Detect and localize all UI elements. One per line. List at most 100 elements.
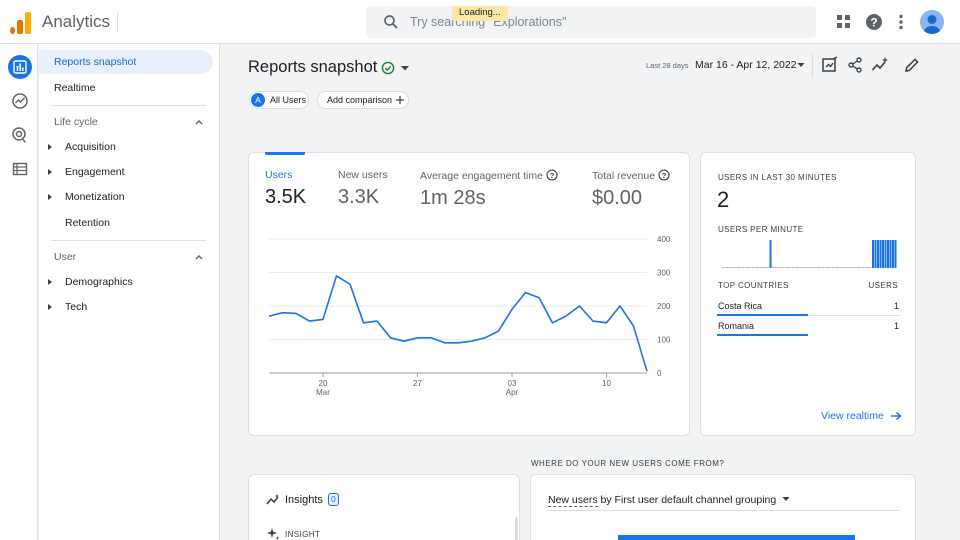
nav-item-engagement[interactable]: Engagement bbox=[39, 160, 213, 184]
date-range-picker[interactable]: Mar 16 - Apr 12, 2022 bbox=[695, 59, 797, 71]
users-per-minute-chart[interactable] bbox=[718, 239, 900, 270]
y-tick-label: 400 bbox=[657, 235, 671, 244]
metric-users[interactable]: Users 3.5K bbox=[265, 169, 306, 209]
per-minute-bar bbox=[822, 267, 824, 268]
realtime-users-label: USERS IN LAST 30 MINUTES bbox=[718, 173, 837, 182]
analytics-logo-icon[interactable] bbox=[10, 12, 32, 34]
more-vert-icon[interactable] bbox=[891, 12, 911, 32]
divider bbox=[51, 240, 206, 241]
y-tick-label: 300 bbox=[657, 269, 671, 278]
per-minute-bar bbox=[894, 240, 897, 268]
search-bar[interactable]: Try searching "Explorations" bbox=[366, 6, 816, 38]
per-minute-bar bbox=[774, 267, 777, 268]
per-minute-bar bbox=[842, 267, 844, 268]
per-minute-bar bbox=[849, 267, 852, 268]
help-circle-icon[interactable]: ? bbox=[546, 169, 558, 181]
scrollbar[interactable] bbox=[515, 517, 518, 540]
divider bbox=[812, 54, 813, 78]
chevron-up-icon bbox=[195, 120, 203, 125]
dropdown-arrow-icon[interactable] bbox=[797, 62, 805, 68]
overview-card: Users 3.5K New users 3.3K Average engage… bbox=[248, 152, 690, 436]
nav-item-realtime[interactable]: Realtime bbox=[39, 76, 213, 100]
svg-text:?: ? bbox=[550, 171, 555, 180]
nav-item-retention[interactable]: Retention bbox=[39, 211, 213, 235]
per-minute-bar bbox=[739, 267, 742, 268]
rail-reports-button[interactable] bbox=[8, 55, 32, 79]
metric-label: New users bbox=[338, 169, 388, 181]
per-minute-bar bbox=[884, 240, 887, 268]
country-row[interactable]: Romania 1 bbox=[717, 321, 899, 341]
per-minute-bar bbox=[752, 267, 754, 268]
metric-new-users[interactable]: New users 3.3K bbox=[338, 169, 388, 209]
top-bar: Analytics Try searching "Explorations" L… bbox=[0, 0, 960, 44]
help-circle-icon[interactable]: ? bbox=[658, 169, 670, 181]
country-bar bbox=[717, 314, 808, 316]
nav-item-tech[interactable]: Tech bbox=[39, 295, 213, 319]
per-minute-bar bbox=[797, 267, 799, 268]
loading-indicator: Loading... bbox=[452, 6, 508, 21]
per-minute-bar bbox=[809, 267, 812, 268]
per-minute-bar bbox=[854, 267, 857, 268]
view-realtime-link[interactable]: View realtime bbox=[821, 410, 902, 422]
avatar[interactable] bbox=[920, 10, 944, 34]
country-users: 1 bbox=[893, 301, 899, 311]
arrow-right-icon bbox=[890, 411, 902, 421]
segment-chip[interactable]: A All Users bbox=[249, 91, 309, 109]
per-minute-bar bbox=[887, 240, 889, 268]
per-minute-bar bbox=[862, 267, 864, 268]
rail-configure-button[interactable] bbox=[8, 157, 32, 181]
per-minute-bar bbox=[817, 267, 819, 268]
date-range-caption: Last 28 days bbox=[646, 61, 689, 70]
new-users-card-title[interactable]: New users by First user default channel … bbox=[548, 494, 790, 507]
list-icon bbox=[12, 162, 28, 176]
per-minute-bar bbox=[779, 267, 782, 268]
metric-total-revenue[interactable]: Total revenue? $0.00 bbox=[592, 169, 670, 210]
per-minute-bar bbox=[777, 267, 779, 268]
per-minute-bar bbox=[844, 267, 847, 268]
per-minute-bar bbox=[764, 267, 767, 268]
search-icon bbox=[384, 15, 398, 29]
add-comparison-button[interactable]: Add comparison bbox=[317, 91, 409, 109]
segment-label: All Users bbox=[270, 95, 307, 105]
insights-sparkle-icon[interactable] bbox=[871, 56, 889, 74]
nav-item-monetization[interactable]: Monetization bbox=[39, 185, 213, 209]
per-minute-bar bbox=[769, 240, 772, 268]
advertising-icon bbox=[12, 127, 26, 143]
country-row[interactable]: Costa Rica 1 bbox=[717, 301, 899, 321]
per-minute-bar bbox=[724, 267, 727, 268]
metric-engagement-time[interactable]: Average engagement time? 1m 28s bbox=[420, 169, 558, 210]
nav-item-label: Retention bbox=[65, 217, 110, 229]
dropdown-arrow-icon[interactable] bbox=[782, 496, 790, 502]
new-users-card: New users by First user default channel … bbox=[530, 474, 916, 540]
customize-report-icon[interactable] bbox=[821, 56, 839, 74]
explore-icon bbox=[12, 93, 28, 109]
help-icon[interactable]: ? bbox=[864, 12, 884, 32]
chart-bar[interactable] bbox=[618, 535, 855, 540]
nav-item-acquisition[interactable]: Acquisition bbox=[39, 135, 213, 159]
per-minute-bar bbox=[799, 267, 802, 268]
users-line-chart[interactable]: 400 300 200 100 0 20Mar 27 03Apr 10 bbox=[249, 229, 689, 399]
nav-section-life-cycle[interactable]: Life cycle bbox=[39, 112, 213, 132]
metric-selector[interactable]: New users bbox=[548, 494, 598, 507]
share-icon[interactable] bbox=[846, 56, 864, 74]
dropdown-arrow-icon[interactable] bbox=[400, 64, 410, 72]
nav-item-reports-snapshot[interactable]: Reports snapshot bbox=[39, 50, 213, 74]
per-minute-bar bbox=[857, 267, 859, 268]
edit-pencil-icon[interactable] bbox=[903, 56, 921, 74]
per-minute-bar bbox=[737, 267, 739, 268]
gridline bbox=[548, 510, 900, 511]
rail-explore-button[interactable] bbox=[8, 89, 32, 113]
nav-section-label: User bbox=[54, 251, 77, 263]
nav-item-label: Reports snapshot bbox=[54, 56, 137, 68]
apps-grid-icon[interactable] bbox=[834, 12, 854, 32]
svg-text:?: ? bbox=[870, 16, 877, 30]
realtime-users-value: 2 bbox=[717, 187, 730, 212]
nav-item-demographics[interactable]: Demographics bbox=[39, 270, 213, 294]
country-name: Costa Rica bbox=[718, 301, 763, 311]
expand-arrow-icon bbox=[48, 194, 52, 200]
nav-section-user[interactable]: User bbox=[39, 247, 213, 267]
per-minute-bar bbox=[872, 240, 874, 268]
rail-advertising-button[interactable] bbox=[8, 123, 32, 147]
x-tick-month-label: Mar bbox=[316, 388, 330, 397]
check-circle-icon[interactable] bbox=[381, 61, 395, 75]
